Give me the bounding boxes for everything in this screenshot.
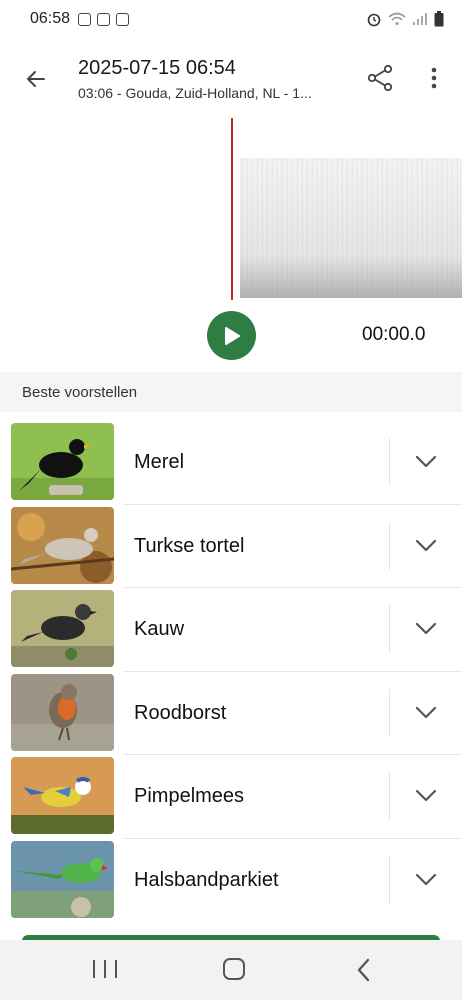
spectrogram[interactable] bbox=[0, 118, 462, 302]
share-button[interactable] bbox=[358, 54, 402, 102]
title-block: 2025-07-15 06:54 03:06 - Gouda, Zuid-Hol… bbox=[78, 57, 348, 101]
species-list: Merel Turkse tortel Kauw Roodborst Pimpe… bbox=[0, 420, 462, 921]
bird-photo bbox=[11, 423, 114, 500]
bird-photo bbox=[11, 673, 114, 751]
list-item[interactable]: Pimpelmees bbox=[0, 754, 462, 838]
alarm-icon bbox=[367, 13, 381, 27]
bird-photo bbox=[11, 840, 114, 918]
expand-button[interactable] bbox=[404, 440, 448, 484]
list-item[interactable]: Turkse tortel bbox=[0, 503, 462, 588]
divider bbox=[389, 438, 390, 486]
elapsed-time: 00:00.0 bbox=[362, 324, 426, 345]
play-icon bbox=[224, 326, 240, 345]
more-vert-icon bbox=[431, 67, 437, 89]
list-item[interactable]: Halsbandparkiet bbox=[0, 837, 462, 922]
arrow-left-icon bbox=[27, 71, 45, 87]
species-name: Pimpelmees bbox=[134, 785, 245, 807]
bird-photo bbox=[11, 590, 114, 667]
chevron-down-icon bbox=[415, 622, 437, 635]
battery-icon bbox=[434, 11, 444, 27]
recording-subtitle: 03:06 - Gouda, Zuid-Holland, NL - 1... bbox=[78, 85, 312, 101]
status-time: 06:58 bbox=[30, 10, 71, 27]
car-icon bbox=[78, 12, 92, 26]
species-name: Merel bbox=[134, 451, 185, 473]
recording-title: 2025-07-15 06:54 bbox=[78, 57, 236, 79]
chevron-left-icon bbox=[357, 958, 370, 982]
notification-icons bbox=[78, 12, 130, 26]
expand-button[interactable] bbox=[404, 691, 448, 735]
species-name: Roodborst bbox=[134, 701, 227, 724]
species-name: Halsbandparkiet bbox=[134, 868, 279, 891]
chevron-down-icon bbox=[415, 873, 437, 885]
system-nav-bar bbox=[0, 940, 462, 1000]
share-icon bbox=[367, 64, 393, 92]
chevron-down-icon bbox=[415, 706, 437, 718]
species-name: Turkse tortel bbox=[134, 534, 245, 557]
divider bbox=[389, 855, 390, 904]
app-bar: 2025-07-15 06:54 03:06 - Gouda, Zuid-Hol… bbox=[0, 46, 462, 112]
chevron-down-icon bbox=[415, 539, 437, 551]
system-icons bbox=[366, 11, 444, 27]
divider bbox=[389, 688, 390, 737]
back-button[interactable] bbox=[12, 55, 60, 103]
status-bar: 06:58 bbox=[0, 0, 462, 38]
chevron-down-icon bbox=[415, 789, 437, 802]
app-icon bbox=[116, 12, 130, 26]
wifi-icon bbox=[388, 12, 406, 25]
more-options-button[interactable] bbox=[414, 54, 454, 102]
app-icon bbox=[97, 12, 111, 26]
home-button[interactable] bbox=[223, 958, 245, 980]
nav-back-button[interactable] bbox=[352, 956, 376, 984]
expand-button[interactable] bbox=[404, 607, 448, 651]
bird-photo bbox=[11, 757, 114, 834]
expand-button[interactable] bbox=[404, 524, 448, 568]
chevron-down-icon bbox=[415, 455, 437, 468]
spectrogram-image bbox=[240, 158, 462, 298]
list-item[interactable]: Roodborst bbox=[0, 670, 462, 755]
divider bbox=[389, 772, 390, 820]
play-button[interactable] bbox=[207, 311, 256, 360]
section-header: Beste voorstellen bbox=[0, 372, 462, 412]
divider bbox=[389, 521, 390, 570]
expand-button[interactable] bbox=[404, 858, 448, 902]
bird-photo bbox=[11, 506, 114, 584]
playhead[interactable] bbox=[231, 118, 233, 300]
expand-button[interactable] bbox=[404, 774, 448, 818]
signal-icon bbox=[413, 13, 427, 25]
species-name: Kauw bbox=[134, 618, 185, 640]
divider bbox=[389, 605, 390, 653]
list-item[interactable]: Merel bbox=[0, 420, 462, 504]
list-item[interactable]: Kauw bbox=[0, 587, 462, 671]
recent-apps-button[interactable] bbox=[93, 960, 117, 982]
